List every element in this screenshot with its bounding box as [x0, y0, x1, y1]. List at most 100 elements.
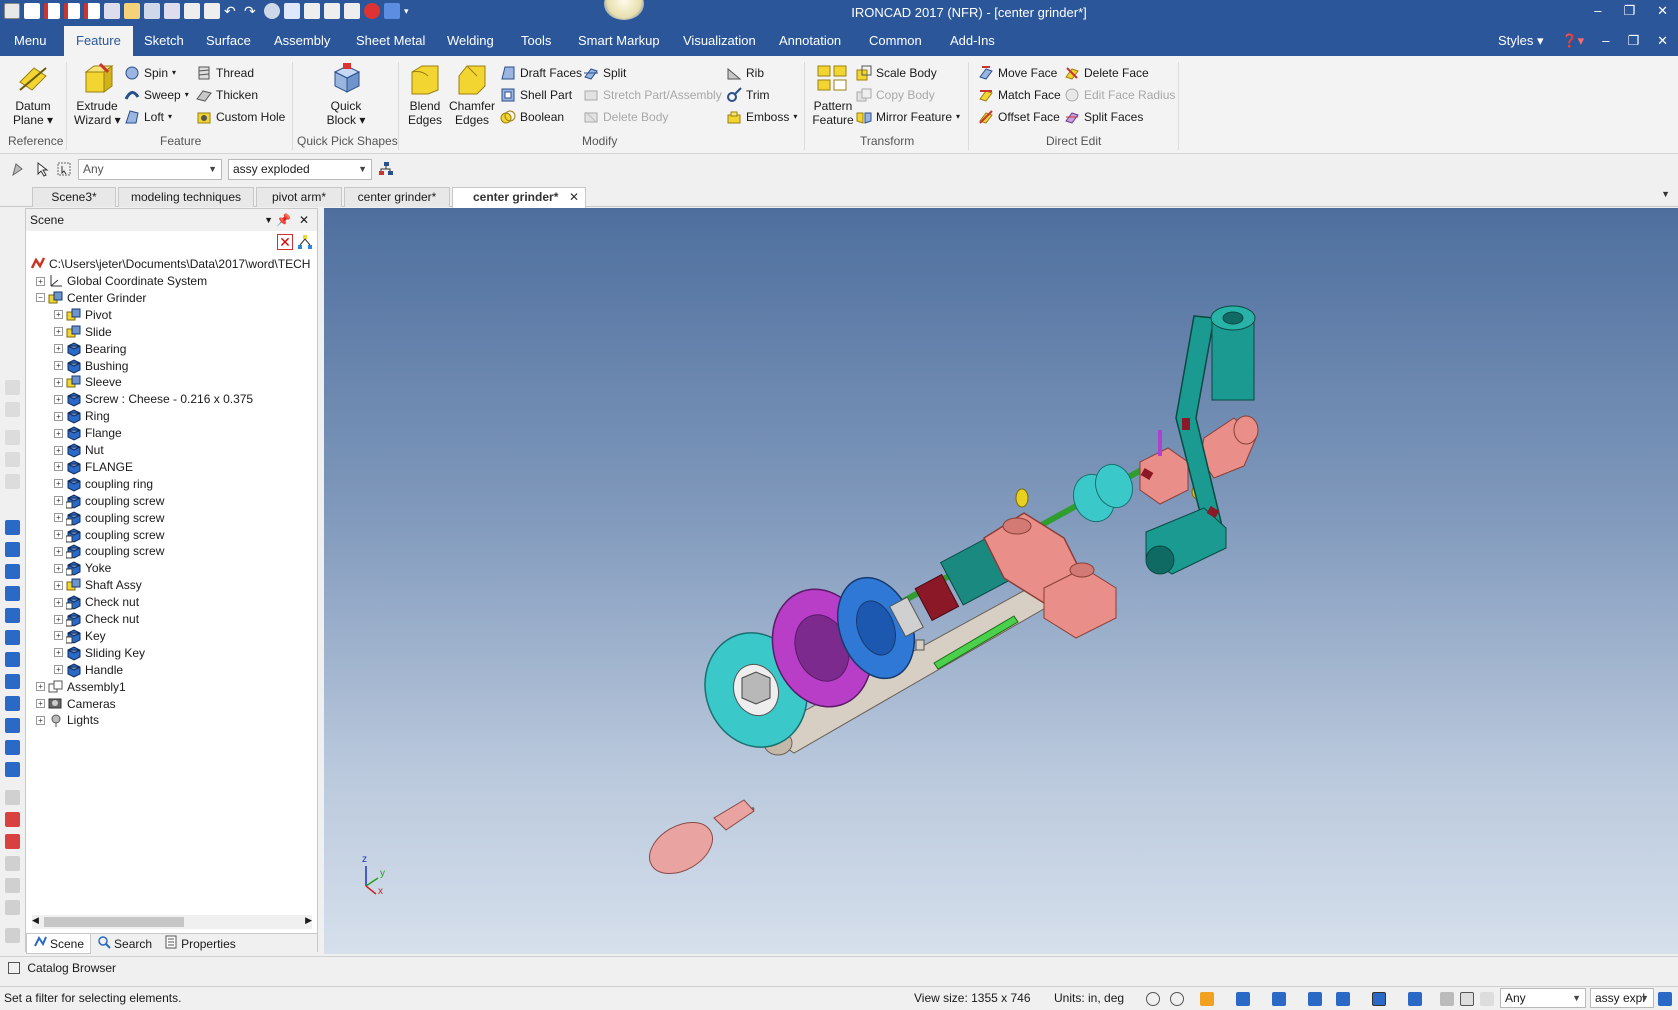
- measure-icon[interactable]: [5, 790, 20, 805]
- expand-icon[interactable]: +: [54, 631, 63, 641]
- trim-button[interactable]: Trim: [726, 86, 770, 104]
- hole-shape-icon[interactable]: [5, 652, 20, 667]
- angle-icon[interactable]: [5, 856, 20, 871]
- tree-item[interactable]: + coupling ring: [54, 475, 153, 493]
- boolean-button[interactable]: Boolean: [500, 108, 564, 126]
- expand-icon[interactable]: +: [54, 411, 63, 421]
- configuration-tree-icon[interactable]: [1658, 992, 1672, 1006]
- tree-item[interactable]: + Bushing: [54, 357, 128, 375]
- panel-tab-search[interactable]: Search: [91, 934, 158, 954]
- tree-item[interactable]: + Pivot: [54, 306, 112, 324]
- expand-icon[interactable]: +: [54, 648, 63, 658]
- expand-icon[interactable]: +: [54, 597, 63, 607]
- pointer-icon[interactable]: [1460, 992, 1474, 1006]
- expand-icon[interactable]: +: [36, 276, 45, 286]
- tree-item[interactable]: + Shaft Assy: [54, 576, 142, 594]
- shape-icon[interactable]: [5, 718, 20, 733]
- tree-item[interactable]: + coupling screw: [54, 542, 164, 560]
- minimize-button[interactable]: –: [1594, 3, 1601, 19]
- zoom-icon[interactable]: [1146, 992, 1160, 1006]
- tree-item[interactable]: + Lights: [36, 711, 99, 729]
- catalog-browser-bar[interactable]: Catalog Browser: [0, 956, 1678, 980]
- text-tool-icon[interactable]: [5, 928, 20, 943]
- view-icon[interactable]: [5, 834, 20, 849]
- no-entry-icon[interactable]: [5, 900, 20, 915]
- move-face-button[interactable]: Move Face: [978, 64, 1057, 82]
- tree-item[interactable]: + Check nut: [54, 593, 139, 611]
- stretch-part-assembly-button[interactable]: Stretch Part/Assembly: [583, 86, 722, 104]
- blend-edges-button[interactable]: Blend Edges: [406, 62, 444, 127]
- tab-list-dropdown-icon[interactable]: ▼: [1661, 189, 1670, 199]
- scrollbar-thumb[interactable]: [44, 917, 184, 927]
- light-icon[interactable]: [1272, 992, 1286, 1006]
- shading-icon[interactable]: [1308, 992, 1322, 1006]
- select-filter-icon[interactable]: [1480, 992, 1494, 1006]
- shape-icon[interactable]: [5, 740, 20, 755]
- delete-body-button[interactable]: Delete Body: [583, 108, 668, 126]
- tool-strip-icon[interactable]: [5, 474, 20, 489]
- tree-item[interactable]: + Sliding Key: [54, 644, 145, 662]
- shape-icon[interactable]: [5, 696, 20, 711]
- panel-tab-scene[interactable]: Scene: [26, 934, 92, 954]
- select-parts-icon[interactable]: [10, 161, 26, 177]
- scroll-right-icon[interactable]: ▶: [305, 915, 312, 926]
- clear-filter-icon[interactable]: ✕: [277, 234, 293, 250]
- expand-icon[interactable]: +: [54, 344, 63, 354]
- tool-strip-icon[interactable]: [5, 380, 20, 395]
- expand-icon[interactable]: +: [54, 428, 63, 438]
- select-part-icon[interactable]: [1440, 992, 1454, 1006]
- tree-item[interactable]: + Slide: [54, 323, 112, 341]
- tree-item[interactable]: + Screw : Cheese - 0.216 x 0.375: [54, 390, 253, 408]
- expand-icon[interactable]: +: [54, 614, 63, 624]
- thicken-button[interactable]: Thicken: [196, 86, 258, 104]
- tree-item[interactable]: + Sleeve: [54, 373, 122, 391]
- ribbon-restore-icon[interactable]: ❐: [1627, 26, 1639, 56]
- custom-hole-button[interactable]: Custom Hole: [196, 108, 285, 126]
- doc-tab-modeling-techniques[interactable]: modeling techniques: [118, 187, 254, 207]
- tab-common[interactable]: Common: [869, 26, 922, 56]
- tab-welding[interactable]: Welding: [447, 26, 494, 56]
- pin-icon[interactable]: 📌: [276, 209, 291, 231]
- expand-icon[interactable]: +: [54, 445, 63, 455]
- tab-sketch[interactable]: Sketch: [144, 26, 184, 56]
- standard-views-icon[interactable]: [1236, 992, 1250, 1006]
- tree-item[interactable]: + coupling screw: [54, 509, 164, 527]
- tab-visualization[interactable]: Visualization: [683, 26, 756, 56]
- tree-horizontal-scrollbar[interactable]: ◀ ▶: [32, 915, 312, 929]
- section-view-icon[interactable]: [1372, 992, 1386, 1006]
- expand-icon[interactable]: +: [54, 377, 63, 387]
- datum-plane-button[interactable]: Datum Plane ▾: [12, 62, 54, 127]
- tree-item[interactable]: + Assembly1: [36, 678, 126, 696]
- expand-icon[interactable]: +: [54, 310, 63, 320]
- render-mode-icon[interactable]: [1408, 992, 1422, 1006]
- copy-body-button[interactable]: Copy Body: [856, 86, 935, 104]
- expand-icon[interactable]: +: [36, 682, 45, 692]
- split-button[interactable]: Split: [583, 64, 626, 82]
- status-filter-combo[interactable]: Any ▼: [1500, 988, 1586, 1008]
- edit-face-radius-button[interactable]: Edit Face Radius: [1064, 86, 1175, 104]
- tab-assembly[interactable]: Assembly: [274, 26, 330, 56]
- close-button[interactable]: ✕: [1657, 3, 1668, 19]
- view-icon[interactable]: [5, 812, 20, 827]
- doc-tab-scene3[interactable]: Scene3*: [32, 187, 116, 207]
- shape-icon[interactable]: [5, 762, 20, 777]
- cylinder-shape-icon[interactable]: [5, 542, 20, 557]
- split-faces-button[interactable]: Split Faces: [1064, 108, 1143, 126]
- expand-icon[interactable]: +: [54, 513, 63, 523]
- thread-button[interactable]: Thread: [196, 64, 254, 82]
- tree-item[interactable]: + Cameras: [36, 695, 116, 713]
- expand-icon[interactable]: +: [54, 394, 63, 404]
- tree-item[interactable]: + coupling screw: [54, 492, 164, 510]
- restore-button[interactable]: ❐: [1623, 3, 1635, 19]
- expand-icon[interactable]: +: [36, 715, 45, 725]
- expand-icon[interactable]: +: [54, 496, 63, 506]
- doc-tab-center-grinder-active[interactable]: center grinder* ✕: [452, 187, 586, 208]
- tab-annotation[interactable]: Annotation: [779, 26, 841, 56]
- expand-icon[interactable]: +: [36, 699, 45, 708]
- configuration-tree-icon[interactable]: [378, 161, 394, 177]
- expand-icon[interactable]: +: [54, 580, 63, 590]
- tab-sheet-metal[interactable]: Sheet Metal: [356, 26, 425, 56]
- tree-item[interactable]: + Yoke: [54, 559, 111, 577]
- tree-item[interactable]: + Handle: [54, 661, 123, 679]
- collapse-icon[interactable]: −: [36, 293, 45, 303]
